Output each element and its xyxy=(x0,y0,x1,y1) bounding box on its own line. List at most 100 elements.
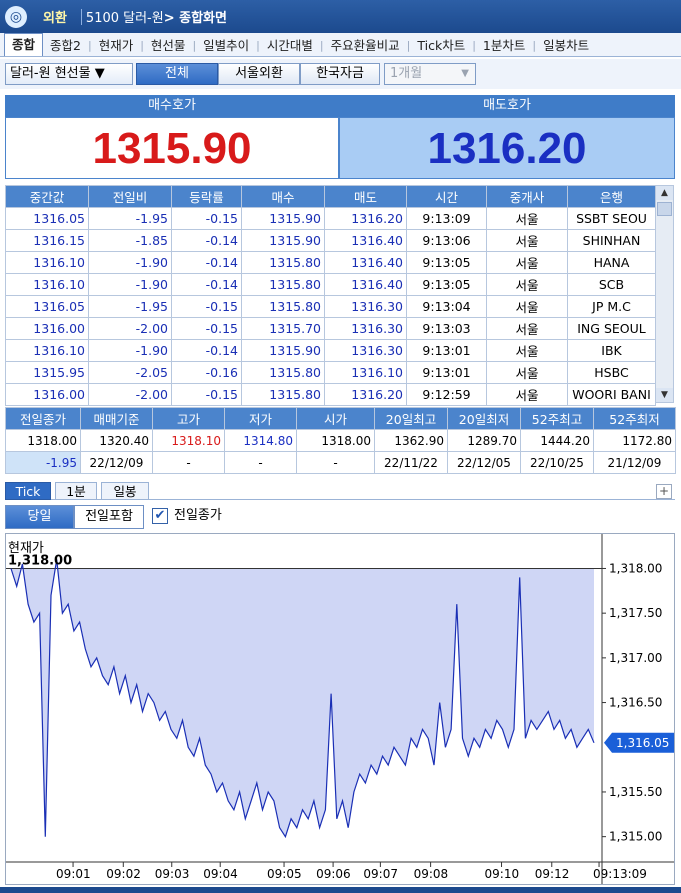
col-header[interactable]: 중개사 xyxy=(486,185,568,208)
tab-item[interactable]: 종합2 xyxy=(43,36,88,56)
chart-tab-1min[interactable]: 1분 xyxy=(55,482,97,500)
col-header[interactable]: 매도 xyxy=(324,185,407,208)
summary-cell: - xyxy=(296,451,375,474)
trade-cell: 1316.30 xyxy=(324,295,407,318)
trade-row[interactable]: 1316.15 -1.85 -0.14 1315.90 1316.40 9:13:06 서울… xyxy=(5,229,656,252)
summary-cell: 21/12/09 xyxy=(593,451,676,474)
scroll-up-icon[interactable]: ▲ xyxy=(656,186,673,200)
trade-cell: IBK xyxy=(567,339,656,362)
tab-item[interactable]: 1분차트 xyxy=(476,36,532,56)
trade-cell: 9:13:05 xyxy=(406,273,487,296)
summary-cell: 1320.40 xyxy=(80,429,153,452)
chart-tab-tick[interactable]: Tick xyxy=(5,482,51,500)
summary-header: 고가 xyxy=(152,407,225,430)
trade-cell: 1315.80 xyxy=(241,251,325,274)
price-chart[interactable]: 1,318.00 1,318.00 1,317.50 1,317.00 1,316.50… xyxy=(5,533,675,885)
trade-cell: SCB xyxy=(567,273,656,296)
summary-header: 20일최고 xyxy=(374,407,448,430)
filter-all-button[interactable]: 전체 xyxy=(136,63,218,85)
trade-cell: -1.85 xyxy=(88,229,172,252)
tab-item[interactable]: 일봉차트 xyxy=(536,36,596,56)
col-header[interactable]: 매수 xyxy=(241,185,325,208)
col-header[interactable]: 등락률 xyxy=(171,185,242,208)
x-tick-label: 09:02 xyxy=(106,867,141,881)
trade-row[interactable]: 1315.95 -2.05 -0.16 1315.80 1316.10 9:13:01 서울… xyxy=(5,361,656,384)
summary-cell: 1362.90 xyxy=(374,429,448,452)
filter-seoul-button[interactable]: 서울외환 xyxy=(218,63,300,85)
add-icon[interactable]: + xyxy=(656,484,672,499)
trade-cell: 서울 xyxy=(486,317,568,340)
summary-cell: 1318.00 xyxy=(5,429,81,452)
trade-row[interactable]: 1316.10 -1.90 -0.14 1315.90 1316.30 9:13:01 서울… xyxy=(5,339,656,362)
screen-code: 5100 달러-원> 종합화면 xyxy=(86,7,227,26)
summary-header: 52주최고 xyxy=(520,407,594,430)
summary-row-dates: -1.95 22/12/09 - - - 22/11/22 22/12/05 2… xyxy=(5,451,676,474)
trade-cell: -0.15 xyxy=(171,207,242,230)
trade-cell: SHINHAN xyxy=(567,229,656,252)
trade-cell: 9:13:01 xyxy=(406,361,487,384)
tab-item[interactable]: 일별추이 xyxy=(196,36,256,56)
tab-item[interactable]: Tick차트 xyxy=(410,36,472,56)
trade-cell: -2.00 xyxy=(88,317,172,340)
today-button[interactable]: 당일 xyxy=(5,505,74,529)
trade-cell: 1316.00 xyxy=(5,317,89,340)
trade-row[interactable]: 1316.05 -1.95 -0.15 1315.80 1316.30 9:13:04 서울… xyxy=(5,295,656,318)
summary-cell: 22/11/22 xyxy=(374,451,448,474)
x-tick-label: 09:04 xyxy=(203,867,238,881)
col-header[interactable]: 중간값 xyxy=(5,185,89,208)
trade-row[interactable]: 1316.05 -1.95 -0.15 1315.90 1316.20 9:13:09 서울… xyxy=(5,207,656,230)
trade-cell: 1316.30 xyxy=(324,317,407,340)
screen-tabs: 종합 종합2 | 현재가 | 현선물 | 일별추이 | 시간대별 | 주요환율비… xyxy=(0,33,681,57)
trade-row[interactable]: 1316.00 -2.00 -0.15 1315.80 1316.20 9:12:59 서울… xyxy=(5,383,656,406)
product-select[interactable]: 달러-원 현선물 ▼ xyxy=(5,63,133,85)
col-header[interactable]: 시간 xyxy=(406,185,487,208)
trade-cell: SSBT SEOU xyxy=(567,207,656,230)
tab-item[interactable]: 주요환율비교 xyxy=(324,36,407,56)
tab-summary[interactable]: 종합 xyxy=(4,33,44,56)
summary-header: 전일종가 xyxy=(5,407,81,430)
prev-close-checkbox[interactable]: ✔ xyxy=(152,508,168,524)
window-bottom-border xyxy=(0,887,681,893)
scroll-thumb[interactable] xyxy=(657,202,672,216)
x-tick-label: 09:13:09 xyxy=(593,867,647,881)
bid-label: 매수호가 xyxy=(5,95,339,117)
trade-row[interactable]: 1316.10 -1.90 -0.14 1315.80 1316.40 9:13:05 서울… xyxy=(5,273,656,296)
summary-header: 매매기준 xyxy=(80,407,153,430)
chart-tab-daily[interactable]: 일봉 xyxy=(101,482,149,500)
col-header[interactable]: 은행 xyxy=(567,185,656,208)
screen-code-text: 5100 달러-원 xyxy=(85,11,164,26)
menu-name[interactable]: 외환 xyxy=(43,7,67,26)
y-tick-label: 1,318.00 xyxy=(609,561,662,575)
trades-scrollbar[interactable]: ▲ ▼ xyxy=(655,185,674,403)
trade-cell: -0.15 xyxy=(171,383,242,406)
y-tick-label: 1,317.00 xyxy=(609,651,662,665)
trade-cell: -1.90 xyxy=(88,339,172,362)
screen-name: > 종합화면 xyxy=(163,11,227,26)
trade-row[interactable]: 1316.00 -2.00 -0.15 1315.70 1316.30 9:13:03 서울… xyxy=(5,317,656,340)
trade-cell: -0.14 xyxy=(171,251,242,274)
x-tick-label: 09:01 xyxy=(56,867,91,881)
trade-cell: 서울 xyxy=(486,229,568,252)
trade-cell: 1316.20 xyxy=(324,207,407,230)
trade-row[interactable]: 1316.10 -1.90 -0.14 1315.80 1316.40 9:13:05 서울… xyxy=(5,251,656,274)
include-prev-button[interactable]: 전일포함 xyxy=(74,505,144,529)
trade-cell: -1.90 xyxy=(88,273,172,296)
filter-kmb-button[interactable]: 한국자금 xyxy=(300,63,380,85)
summary-cell: 22/10/25 xyxy=(520,451,594,474)
trade-cell: 1316.40 xyxy=(324,229,407,252)
tab-item[interactable]: 현재가 xyxy=(92,36,141,56)
summary-cell: 1318.00 xyxy=(296,429,375,452)
title-bar: ◎ 외환 5100 달러-원> 종합화면 xyxy=(0,0,681,33)
period-select[interactable]: 1개월 ▼ xyxy=(384,63,476,85)
summary-header: 시가 xyxy=(296,407,375,430)
summary-header: 저가 xyxy=(224,407,297,430)
trade-cell: 1315.80 xyxy=(241,295,325,318)
trade-cell: -1.90 xyxy=(88,251,172,274)
bid-price: 1315.90 xyxy=(5,117,339,179)
tab-item[interactable]: 시간대별 xyxy=(260,36,320,56)
scroll-down-icon[interactable]: ▼ xyxy=(656,388,673,402)
summary-cell: 22/12/09 xyxy=(80,451,153,474)
tab-item[interactable]: 현선물 xyxy=(144,36,193,56)
trade-cell: WOORI BANI xyxy=(567,383,656,406)
col-header[interactable]: 전일비 xyxy=(88,185,172,208)
